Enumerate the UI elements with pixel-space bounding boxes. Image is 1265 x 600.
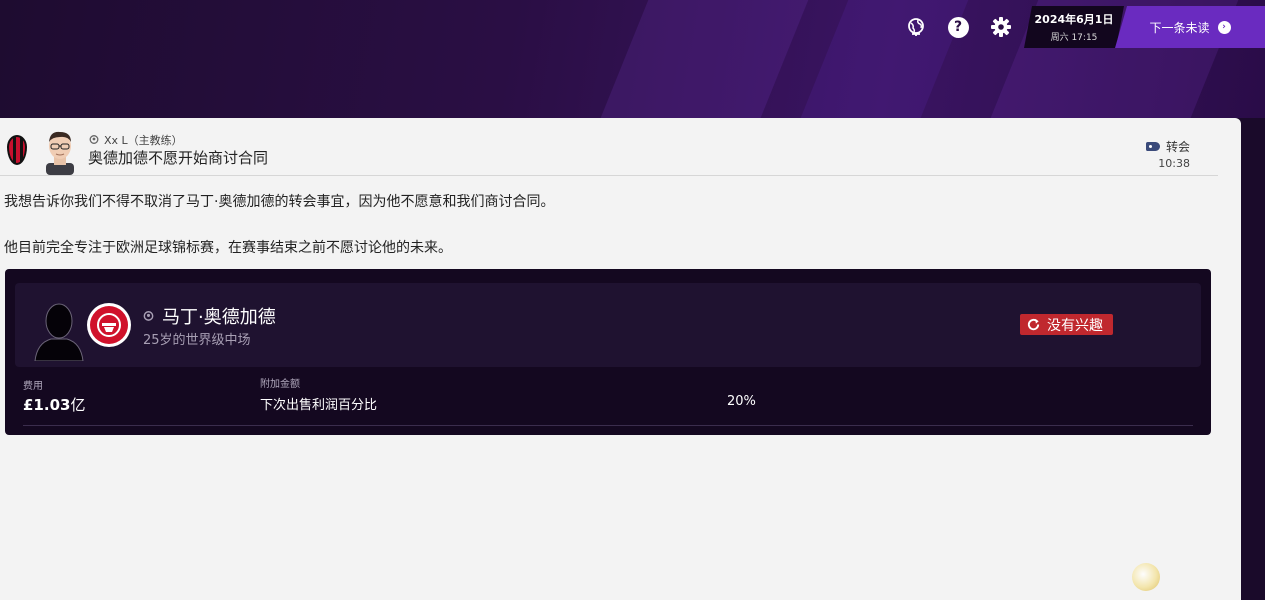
status-text: 没有兴趣 [1047,317,1103,334]
player-club-crest-icon[interactable] [87,303,131,347]
watermark-logo [1132,560,1250,594]
next-unread-label: 下一条未读 [1149,20,1210,35]
message-category: 转会 [1165,140,1190,154]
status-badge: 没有兴趣 [1020,314,1113,335]
manager-avatar[interactable] [40,127,80,175]
club-crest-icon[interactable] [7,135,27,165]
help-glyph: ? [947,16,969,38]
player-silhouette [34,303,84,361]
fee-label: 费用 [23,381,43,392]
person-icon [89,135,99,144]
player-name-line[interactable]: 马丁·奥德加德 [143,303,276,329]
chevron-right-icon: › [1217,20,1231,34]
help-icon[interactable]: ? [947,16,969,38]
message-paragraph: 他目前完全专注于欧洲足球锦标赛，在赛事结束之前不愿讨论他的未来。 [4,240,452,256]
fee-amount: £1.03 [23,396,71,414]
transfer-card: 马丁·奥德加德 25岁的世界级中场 没有兴趣 费用 £1.03亿 附加金额 下次… [5,269,1211,435]
day-time-text: 周六 17:15 [1050,33,1098,43]
inbox-message-panel: Xx L（主教练） 奥德加德不愿开始商讨合同 转会 10:38 我想告诉你我们不… [0,118,1241,600]
gear-icon[interactable] [990,16,1012,38]
message-subject: 奥德加德不愿开始商讨合同 [88,149,269,167]
player-summary[interactable]: 马丁·奥德加德 25岁的世界级中场 没有兴趣 [15,283,1201,367]
player-name: 马丁·奥德加德 [162,307,276,328]
decorative-stripe [575,0,825,118]
addon-value: 20% [727,394,756,409]
date-text: 2024年6月1日 [1034,13,1114,26]
globe-icon[interactable] [905,16,927,38]
message-body: 我想告诉你我们不得不取消了马丁·奥德加德的转会事宜，因为他不愿意和我们商讨合同。… [4,192,1204,258]
message-time: 10:38 [1158,157,1190,170]
sender-name: Xx L（主教练） [104,134,183,147]
watermark-ball-icon [1132,563,1160,591]
fee-unit: 亿 [70,396,86,414]
game-date[interactable]: 2024年6月1日 周六 17:15 [1024,6,1124,48]
addon-name: 下次出售利润百分比 [260,398,378,413]
fee-value: £1.03亿 [23,394,85,415]
person-icon [143,310,154,321]
divider [23,425,1193,426]
refresh-icon [1027,318,1040,331]
message-header: Xx L（主教练） 奥德加德不愿开始商讨合同 转会 10:38 [0,118,1218,176]
message-paragraph: 我想告诉你我们不得不取消了马丁·奥德加德的转会事宜，因为他不愿意和我们商讨合同。 [4,194,555,210]
player-description: 25岁的世界级中场 [143,333,251,348]
sender-line[interactable]: Xx L（主教练） [89,132,183,148]
tag-icon [1145,142,1160,151]
next-unread-button[interactable]: 下一条未读 › [1115,6,1265,48]
message-meta: 转会 10:38 [1145,138,1190,170]
top-bar: ? 2024年6月1日 周六 17:15 下一条未读 › [0,0,1265,118]
addon-label: 附加金额 [260,379,300,390]
